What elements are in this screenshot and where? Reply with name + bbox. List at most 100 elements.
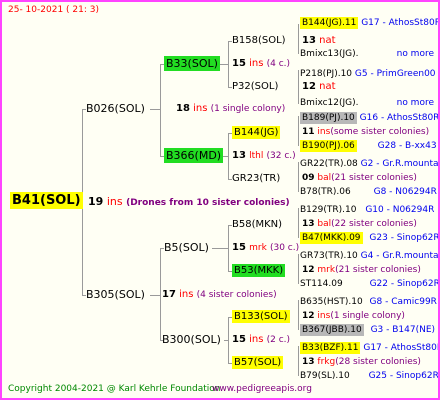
gen4-info: G25 - Sinop62R xyxy=(368,371,439,381)
gen2-b-name[interactable]: B366(MD) xyxy=(164,148,224,163)
gen4-row[interactable]: B79(SL).10 G25 - Sinop62R xyxy=(300,371,439,381)
gen3-c2-node[interactable]: B53(MKK) xyxy=(232,264,286,277)
connector xyxy=(298,24,299,54)
count: 09 xyxy=(302,173,315,183)
connector xyxy=(160,64,161,156)
gen3-b1-node[interactable]: B144(JG) xyxy=(232,126,281,139)
gen4-row[interactable]: P218(PJ).10 G5 - PrimGreen00 xyxy=(300,70,436,79)
gen1-top-node[interactable]: B026(SOL) xyxy=(86,103,145,114)
gen4-row[interactable]: B129(TR).10 G10 - N06294R xyxy=(300,206,434,215)
gen4-row[interactable]: GR73(TR).10 G4 - Gr.R.mounta xyxy=(300,251,438,261)
gen3-d2-mating: 13 frkg(28 sister colonies) xyxy=(302,358,421,367)
note: (21 sister colonies) xyxy=(331,173,417,183)
gen3-c1-node[interactable]: B58(MKN) xyxy=(232,220,282,230)
connector xyxy=(150,109,160,110)
gen4-info: G8 - N06294R xyxy=(373,187,437,197)
root-name[interactable]: B41(SOL) xyxy=(10,192,83,209)
ins: ins xyxy=(317,311,331,321)
gen4-name[interactable]: GR22(TR).08 xyxy=(300,159,358,169)
gen4-row[interactable]: B190(PJ).06 G28 - B-xx43 xyxy=(300,140,437,152)
gen4-row[interactable]: ST114.09 G22 - Sinop62R xyxy=(300,279,438,289)
gen3-d1-name[interactable]: B133(SOL) xyxy=(232,310,290,323)
count: 13 xyxy=(302,357,315,367)
gen4-row[interactable]: B367(JBB).10 G3 - B147(NE) xyxy=(300,324,436,336)
gen3-d2-name[interactable]: B57(SOL) xyxy=(232,356,284,369)
note: (30 c.) xyxy=(269,243,300,253)
note: (1 single colony) xyxy=(330,311,405,321)
count: 15 xyxy=(232,334,246,345)
gen4-name[interactable]: B47(MKK).09 xyxy=(300,232,363,244)
gen3-b1-name[interactable]: B144(JG) xyxy=(232,126,281,139)
gen3-b1-mating: 11 ins(some sister colonies) xyxy=(302,128,429,137)
gen4-row[interactable]: B144(JG).11 G17 - AthosSt80R xyxy=(300,17,440,29)
connector xyxy=(298,346,299,376)
gen3-a1-mating: 13 nat xyxy=(302,36,336,46)
connector xyxy=(228,317,229,363)
count: 13 xyxy=(302,35,316,46)
site-link[interactable]: www.pedigreeapis.org xyxy=(212,385,312,394)
gen4-name[interactable]: B78(TR).06 xyxy=(300,187,351,197)
gen4-name[interactable]: B144(JG).11 xyxy=(300,17,359,29)
gen1-top-mating: 18 ins (1 single colony) xyxy=(176,104,285,114)
gen3-b2-node[interactable]: GR23(TR) xyxy=(232,174,280,184)
gen4-row[interactable]: Bmixc13(JG). no more xyxy=(300,50,436,59)
gen4-name[interactable]: P218(PJ).10 xyxy=(300,69,352,79)
gen4-name[interactable]: B367(JBB).10 xyxy=(300,324,364,336)
gen3-d1-node[interactable]: B133(SOL) xyxy=(232,310,290,323)
gen3-a1-node[interactable]: B158(SOL) xyxy=(232,36,286,46)
gen4-row[interactable]: GR22(TR).08 G2 - Gr.R.mounta xyxy=(300,159,439,169)
gen3-d1-mating: 12 ins(1 single colony) xyxy=(302,312,405,321)
gen4-info: G10 - N06294R xyxy=(365,205,435,215)
gen4-name[interactable]: B33(BZF).11 xyxy=(300,342,361,354)
gen2-a-name[interactable]: B33(SOL) xyxy=(164,56,220,71)
connector xyxy=(212,248,228,249)
ins: ins xyxy=(317,127,331,137)
gen3-c1-mating: 13 bal(22 sister colonies) xyxy=(302,220,417,229)
gen4-name[interactable]: B635(HST).10 xyxy=(300,297,363,307)
gen4-name[interactable]: B79(SL).10 xyxy=(300,371,350,381)
root-mating: 19 ins (Drones from 10 sister colonies) xyxy=(88,196,290,208)
gen4-name[interactable]: ST114.09 xyxy=(300,279,343,289)
note: (4 sister colonies) xyxy=(196,290,277,300)
copyright: Copyright 2004-2021 @ Karl Kehrle Founda… xyxy=(8,384,221,394)
gen4-info: G17 - AthosSt80R xyxy=(361,18,440,28)
gen4-name[interactable]: Bmixc12(JG). xyxy=(300,98,359,108)
gen4-row[interactable]: B33(BZF).11 G17 - AthosSt80R xyxy=(300,342,438,354)
gen4-name[interactable]: B190(PJ).06 xyxy=(300,140,357,152)
gen3-c2-name[interactable]: B53(MKK) xyxy=(232,264,286,277)
note: (28 sister colonies) xyxy=(335,357,421,367)
gen4-info: G23 - Sinop62R xyxy=(369,233,440,243)
gen4-info: G28 - B-xx43 xyxy=(377,141,437,151)
count: 18 xyxy=(176,103,190,114)
note: (some sister colonies) xyxy=(330,127,430,137)
gen4-row[interactable]: B189(PJ).10 G16 - AthosSt80R xyxy=(300,112,438,124)
gen2-c-node[interactable]: B5(SOL) xyxy=(164,242,209,253)
root-node[interactable]: B41(SOL) xyxy=(10,192,83,209)
gen4-info: G2 - Gr.R.mounta xyxy=(360,159,439,169)
gen2-d-node[interactable]: B300(SOL) xyxy=(162,334,221,345)
gen2-b-node[interactable]: B366(MD) xyxy=(164,148,224,163)
gen4-info: G3 - B147(NE) xyxy=(370,325,436,335)
gen4-row[interactable]: B635(HST).10 G8 - Camic99R xyxy=(300,298,437,307)
root-count: 19 xyxy=(88,195,104,208)
gen4-row[interactable]: Bmixc12(JG). no more xyxy=(300,99,436,108)
count: 12 xyxy=(302,311,315,321)
gen3-a2-node[interactable]: P32(SOL) xyxy=(232,82,278,92)
ins: ins xyxy=(179,289,194,300)
gen4-row[interactable]: B47(MKK).09 G23 - Sinop62R xyxy=(300,232,440,244)
gen3-d2-node[interactable]: B57(SOL) xyxy=(232,356,284,369)
count: 12 xyxy=(302,81,316,92)
gen2-a-node[interactable]: B33(SOL) xyxy=(164,56,220,71)
ins: frkg xyxy=(317,357,336,367)
gen1-bottom-mating: 17 ins (4 sister colonies) xyxy=(162,290,277,300)
count: 13 xyxy=(302,219,315,229)
gen4-name[interactable]: Bmixc13(JG). xyxy=(300,49,359,59)
gen4-name[interactable]: B129(TR).10 xyxy=(300,205,356,215)
gen4-name[interactable]: B189(PJ).10 xyxy=(300,112,357,124)
ins: ins xyxy=(249,58,264,69)
note: (32 c.) xyxy=(266,151,296,161)
connector xyxy=(150,295,160,296)
gen1-bottom-node[interactable]: B305(SOL) xyxy=(86,289,145,300)
gen4-row[interactable]: B78(TR).06 G8 - N06294R xyxy=(300,188,437,197)
gen4-name[interactable]: GR73(TR).10 xyxy=(300,251,358,261)
